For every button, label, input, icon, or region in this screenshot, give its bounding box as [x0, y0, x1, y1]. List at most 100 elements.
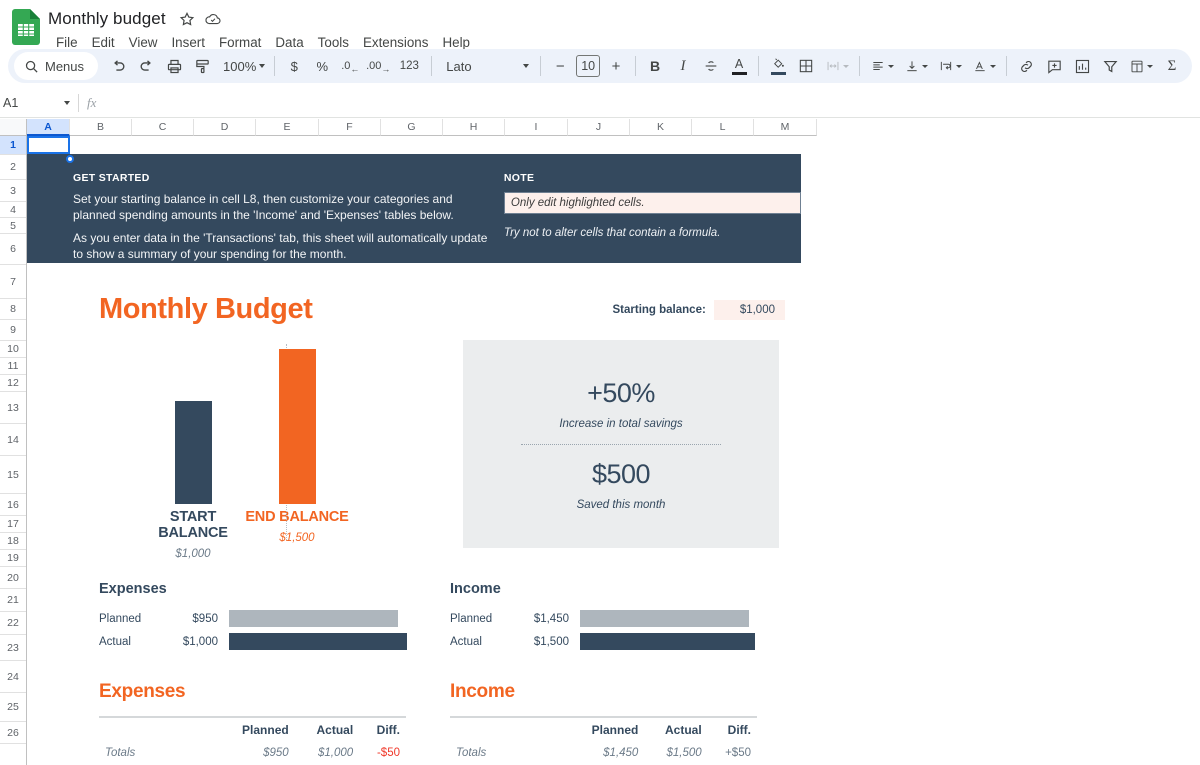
column-header-B[interactable]: B	[70, 119, 132, 136]
row-header-16[interactable]: 16	[0, 494, 26, 516]
cell-cursor-fill-handle[interactable]	[66, 155, 74, 163]
column-header-I[interactable]: I	[505, 119, 568, 136]
menus-search-button[interactable]: Menus	[14, 52, 99, 80]
functions-button[interactable]: Σ	[1158, 52, 1186, 80]
note-highlight-cell[interactable]: Only edit highlighted cells.	[503, 192, 801, 214]
column-header-M[interactable]: M	[754, 119, 817, 136]
column-header-C[interactable]: C	[132, 119, 194, 136]
horizontal-align-icon[interactable]	[865, 52, 899, 80]
sheets-logo-icon[interactable]	[8, 7, 44, 47]
row-header-9[interactable]: 9	[0, 320, 26, 341]
undo-icon[interactable]	[104, 52, 132, 80]
toolbar-divider	[635, 56, 636, 76]
percent-format-button[interactable]: %	[308, 52, 336, 80]
column-header-A[interactable]: A	[27, 119, 70, 136]
row-header-6[interactable]: 6	[0, 234, 26, 265]
starting-balance-label: Starting balance:	[612, 303, 706, 316]
insert-comment-icon[interactable]	[1040, 52, 1068, 80]
decrease-font-size-button[interactable]: −	[546, 52, 574, 80]
row-header-12[interactable]: 12	[0, 375, 26, 392]
text-wrap-icon[interactable]	[933, 52, 967, 80]
cloud-saved-icon[interactable]	[202, 8, 224, 30]
row-header-17[interactable]: 17	[0, 516, 26, 533]
row-header-21[interactable]: 21	[0, 589, 26, 612]
chevron-down-icon	[523, 64, 530, 68]
budget-dashboard: GET STARTED Set your starting balance in…	[27, 136, 801, 763]
paint-format-icon[interactable]	[188, 52, 216, 80]
row-header-13[interactable]: 13	[0, 392, 26, 424]
column-header-D[interactable]: D	[194, 119, 256, 136]
cell-cursor-a1[interactable]	[27, 136, 70, 154]
more-formats-button[interactable]: 123	[392, 52, 426, 80]
note-block: NOTE Only edit highlighted cells. Try no…	[503, 172, 801, 270]
row-header-22[interactable]: 22	[0, 612, 26, 635]
column-header-E[interactable]: E	[256, 119, 319, 136]
row-header-8[interactable]: 8	[0, 299, 26, 320]
row-header-2[interactable]: 2	[0, 155, 26, 180]
row-header-column: 1 2 3 4 5 6 7 8 9 10 11 12 13 14 15 16 1…	[0, 136, 27, 765]
star-icon[interactable]	[176, 8, 198, 30]
row-header-23[interactable]: 23	[0, 635, 26, 661]
empty-sheet-area[interactable]	[828, 136, 1200, 765]
strikethrough-icon[interactable]	[697, 52, 725, 80]
column-header-G[interactable]: G	[381, 119, 443, 136]
vertical-align-icon[interactable]	[899, 52, 933, 80]
row-header-19[interactable]: 19	[0, 550, 26, 567]
savings-card: +50% Increase in total savings $500 Save…	[463, 340, 779, 548]
chart-bars	[99, 340, 439, 504]
insert-link-icon[interactable]	[1012, 52, 1040, 80]
create-filter-icon[interactable]	[1096, 52, 1124, 80]
row-header-3[interactable]: 3	[0, 180, 26, 202]
select-all-corner[interactable]	[0, 119, 27, 136]
document-title[interactable]: Monthly budget	[48, 8, 176, 30]
planned-actual-income-actual-row: Actual $1,500	[450, 630, 801, 653]
column-header-J[interactable]: J	[568, 119, 630, 136]
row-header-10[interactable]: 10	[0, 341, 26, 358]
column-header-H[interactable]: H	[443, 119, 505, 136]
zoom-selector[interactable]: 100%	[216, 52, 269, 80]
print-icon[interactable]	[160, 52, 188, 80]
row-header-20[interactable]: 20	[0, 567, 26, 589]
insert-chart-icon[interactable]	[1068, 52, 1096, 80]
currency-format-button[interactable]: $	[280, 52, 308, 80]
decrease-decimal-button[interactable]: .0 ←	[336, 52, 364, 80]
row-header-14[interactable]: 14	[0, 424, 26, 456]
row-header-26[interactable]: 26	[0, 722, 26, 744]
column-header-L[interactable]: L	[692, 119, 754, 136]
row-header-4[interactable]: 4	[0, 202, 26, 218]
text-color-swatch	[731, 71, 747, 75]
sheet-content[interactable]: GET STARTED Set your starting balance in…	[27, 136, 1200, 765]
column-header-K[interactable]: K	[630, 119, 692, 136]
row-header-15[interactable]: 15	[0, 456, 26, 494]
row-header-5[interactable]: 5	[0, 218, 26, 234]
italic-button[interactable]: I	[669, 52, 697, 80]
starting-balance-input-cell[interactable]: $1,000	[713, 299, 785, 320]
bold-button[interactable]: B	[641, 52, 669, 80]
text-rotation-icon[interactable]	[967, 52, 1001, 80]
td-expenses-label: Totals	[105, 747, 136, 759]
row-header-1[interactable]: 1	[0, 136, 26, 155]
zoom-value: 100%	[223, 58, 257, 74]
row-header-24[interactable]: 24	[0, 661, 26, 693]
savings-amount-caption: Saved this month	[576, 498, 666, 511]
row-header-25[interactable]: 25	[0, 693, 26, 722]
calculation-icon[interactable]	[1124, 52, 1158, 80]
row-header-11[interactable]: 11	[0, 358, 26, 375]
redo-icon[interactable]	[132, 52, 160, 80]
borders-icon[interactable]	[792, 52, 820, 80]
toolbar-divider	[758, 56, 759, 76]
text-color-icon[interactable]: A	[725, 52, 753, 80]
fill-color-icon[interactable]	[764, 52, 792, 80]
row-header-7[interactable]: 7	[0, 265, 26, 299]
bar-expenses-planned	[229, 610, 398, 627]
font-family-selector[interactable]: Lato	[437, 52, 535, 80]
increase-decimal-button[interactable]: .00 →	[364, 52, 392, 80]
column-header-F[interactable]: F	[319, 119, 381, 136]
increase-font-size-button[interactable]: +	[602, 52, 630, 80]
chart-label-start-balance: START BALANCE $1,000	[141, 509, 245, 560]
row-header-18[interactable]: 18	[0, 533, 26, 550]
merge-cells-icon[interactable]	[820, 52, 854, 80]
font-size-input[interactable]: 10	[576, 55, 600, 77]
name-box[interactable]: A1	[0, 92, 76, 114]
chevron-down-icon	[990, 64, 996, 68]
